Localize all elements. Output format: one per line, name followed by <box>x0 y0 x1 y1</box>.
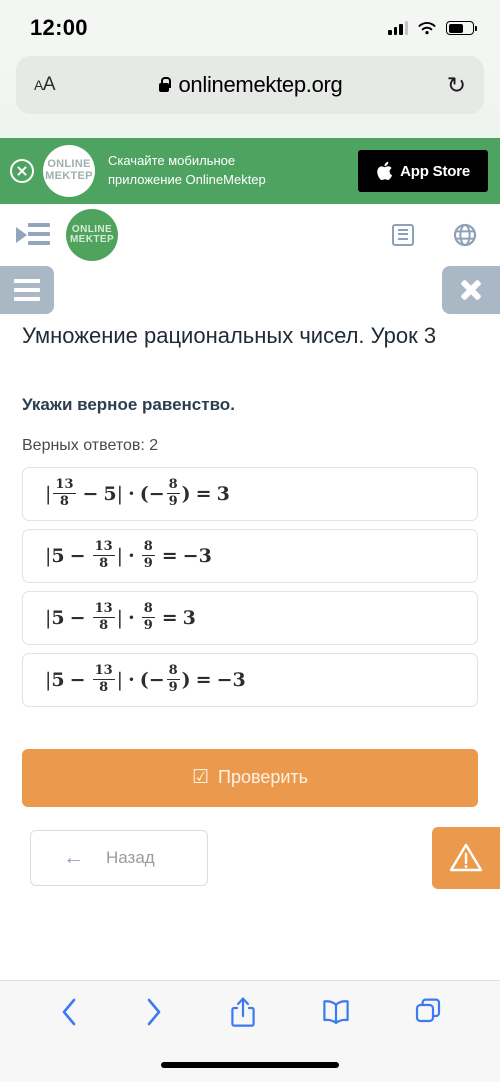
cellular-signal-icon <box>388 21 408 35</box>
answers-count: Верных ответов: 2 <box>22 436 159 454</box>
site-logo[interactable]: ONLINE MEKTEP <box>66 209 118 261</box>
text-size-button[interactable]: AA <box>34 74 56 96</box>
warning-triangle-icon <box>449 843 483 872</box>
app-store-button[interactable]: App Store <box>358 150 488 192</box>
math-expression: | 5 − 13 8 | · 8 9 = −3 <box>45 539 212 572</box>
back-button-label: Назад <box>106 847 155 867</box>
battery-icon <box>446 21 477 35</box>
fraction: 8 9 <box>166 477 180 510</box>
panel-tab-row <box>0 266 500 314</box>
banner-text: Скачайте мобильное приложение OnlineMekt… <box>104 152 349 190</box>
site-logo-line2: MEKTEP <box>69 234 115 245</box>
tabs-icon[interactable] <box>414 995 442 1029</box>
book-icon[interactable] <box>321 995 351 1029</box>
checkbox-icon: ☑ <box>191 767 209 789</box>
answer-options-list: | 13 8 − 5 | · ( − 8 9 ) = 3 | 5 − 13 8 … <box>22 466 478 707</box>
url-text: onlinemektep.org <box>178 72 343 97</box>
arrow-left-icon: ← <box>63 846 84 870</box>
banner-text-line1: Скачайте мобильное <box>108 153 236 169</box>
answer-option[interactable]: | 5 − 13 8 | · 8 9 = 3 <box>22 590 478 645</box>
list-icon[interactable] <box>392 224 414 246</box>
fraction: 8 9 <box>141 601 155 634</box>
math-expression: | 5 − 13 8 | · ( − 8 9 ) = −3 <box>45 663 246 696</box>
banner-text-line2: приложение OnlineMektep <box>108 172 266 187</box>
question-prompt: Укажи верное равенство. <box>22 394 235 414</box>
close-icon <box>459 278 483 302</box>
status-indicators <box>388 21 477 36</box>
browser-chrome: AA onlinemektep.org ↻ <box>0 56 500 138</box>
indent-menu-icon[interactable] <box>16 222 50 248</box>
app-store-label: App Store <box>400 162 470 180</box>
answer-option[interactable]: | 5 − 13 8 | · ( − 8 9 ) = −3 <box>22 652 478 707</box>
browser-toolbar <box>0 980 500 1082</box>
status-bar: 12:00 <box>0 0 500 56</box>
share-icon[interactable] <box>229 995 257 1029</box>
fraction: 13 8 <box>53 477 76 510</box>
fraction: 8 9 <box>141 539 155 572</box>
answer-option[interactable]: | 13 8 − 5 | · ( − 8 9 ) = 3 <box>22 466 478 521</box>
math-expression: | 5 − 13 8 | · 8 9 = 3 <box>45 601 196 634</box>
back-icon[interactable] <box>58 995 80 1029</box>
home-indicator <box>161 1062 339 1068</box>
apple-logo-icon <box>377 161 393 180</box>
status-time: 12:00 <box>30 15 88 40</box>
close-panel-button[interactable] <box>442 266 500 314</box>
answer-option[interactable]: | 5 − 13 8 | · 8 9 = −3 <box>22 528 478 583</box>
fraction: 13 8 <box>92 663 115 696</box>
check-button[interactable]: ☑ Проверить <box>22 748 478 807</box>
lesson-content: Умножение рациональных чисел. Урок 3 Ука… <box>0 314 500 707</box>
banner-logo: ONLINE MEKTEP <box>43 145 95 197</box>
banner-close-icon[interactable] <box>10 159 34 183</box>
navigation-row: ← Назад <box>0 826 500 889</box>
back-button[interactable]: ← Назад <box>30 829 208 886</box>
wifi-icon <box>418 21 436 34</box>
fraction: 8 9 <box>166 663 180 696</box>
lock-icon <box>158 77 171 94</box>
reload-button[interactable]: ↻ <box>447 73 466 97</box>
url-display: onlinemektep.org <box>16 72 484 98</box>
math-expression: | 13 8 − 5 | · ( − 8 9 ) = 3 <box>45 477 230 510</box>
fraction: 13 8 <box>92 539 115 572</box>
report-problem-button[interactable] <box>432 826 500 889</box>
check-button-label: Проверить <box>218 767 309 788</box>
banner-logo-line2: MEKTEP <box>45 170 93 182</box>
forward-icon[interactable] <box>143 995 165 1029</box>
site-header: ONLINE MEKTEP <box>0 204 500 266</box>
globe-icon[interactable] <box>452 222 478 248</box>
sidebar-toggle-button[interactable] <box>0 266 54 314</box>
app-install-banner: ONLINE MEKTEP Скачайте мобильное приложе… <box>0 138 500 204</box>
fraction: 13 8 <box>92 601 115 634</box>
address-bar[interactable]: AA onlinemektep.org ↻ <box>16 56 484 114</box>
toolbar-icons <box>0 981 500 1043</box>
page-title: Умножение рациональных чисел. Урок 3 <box>22 323 437 348</box>
